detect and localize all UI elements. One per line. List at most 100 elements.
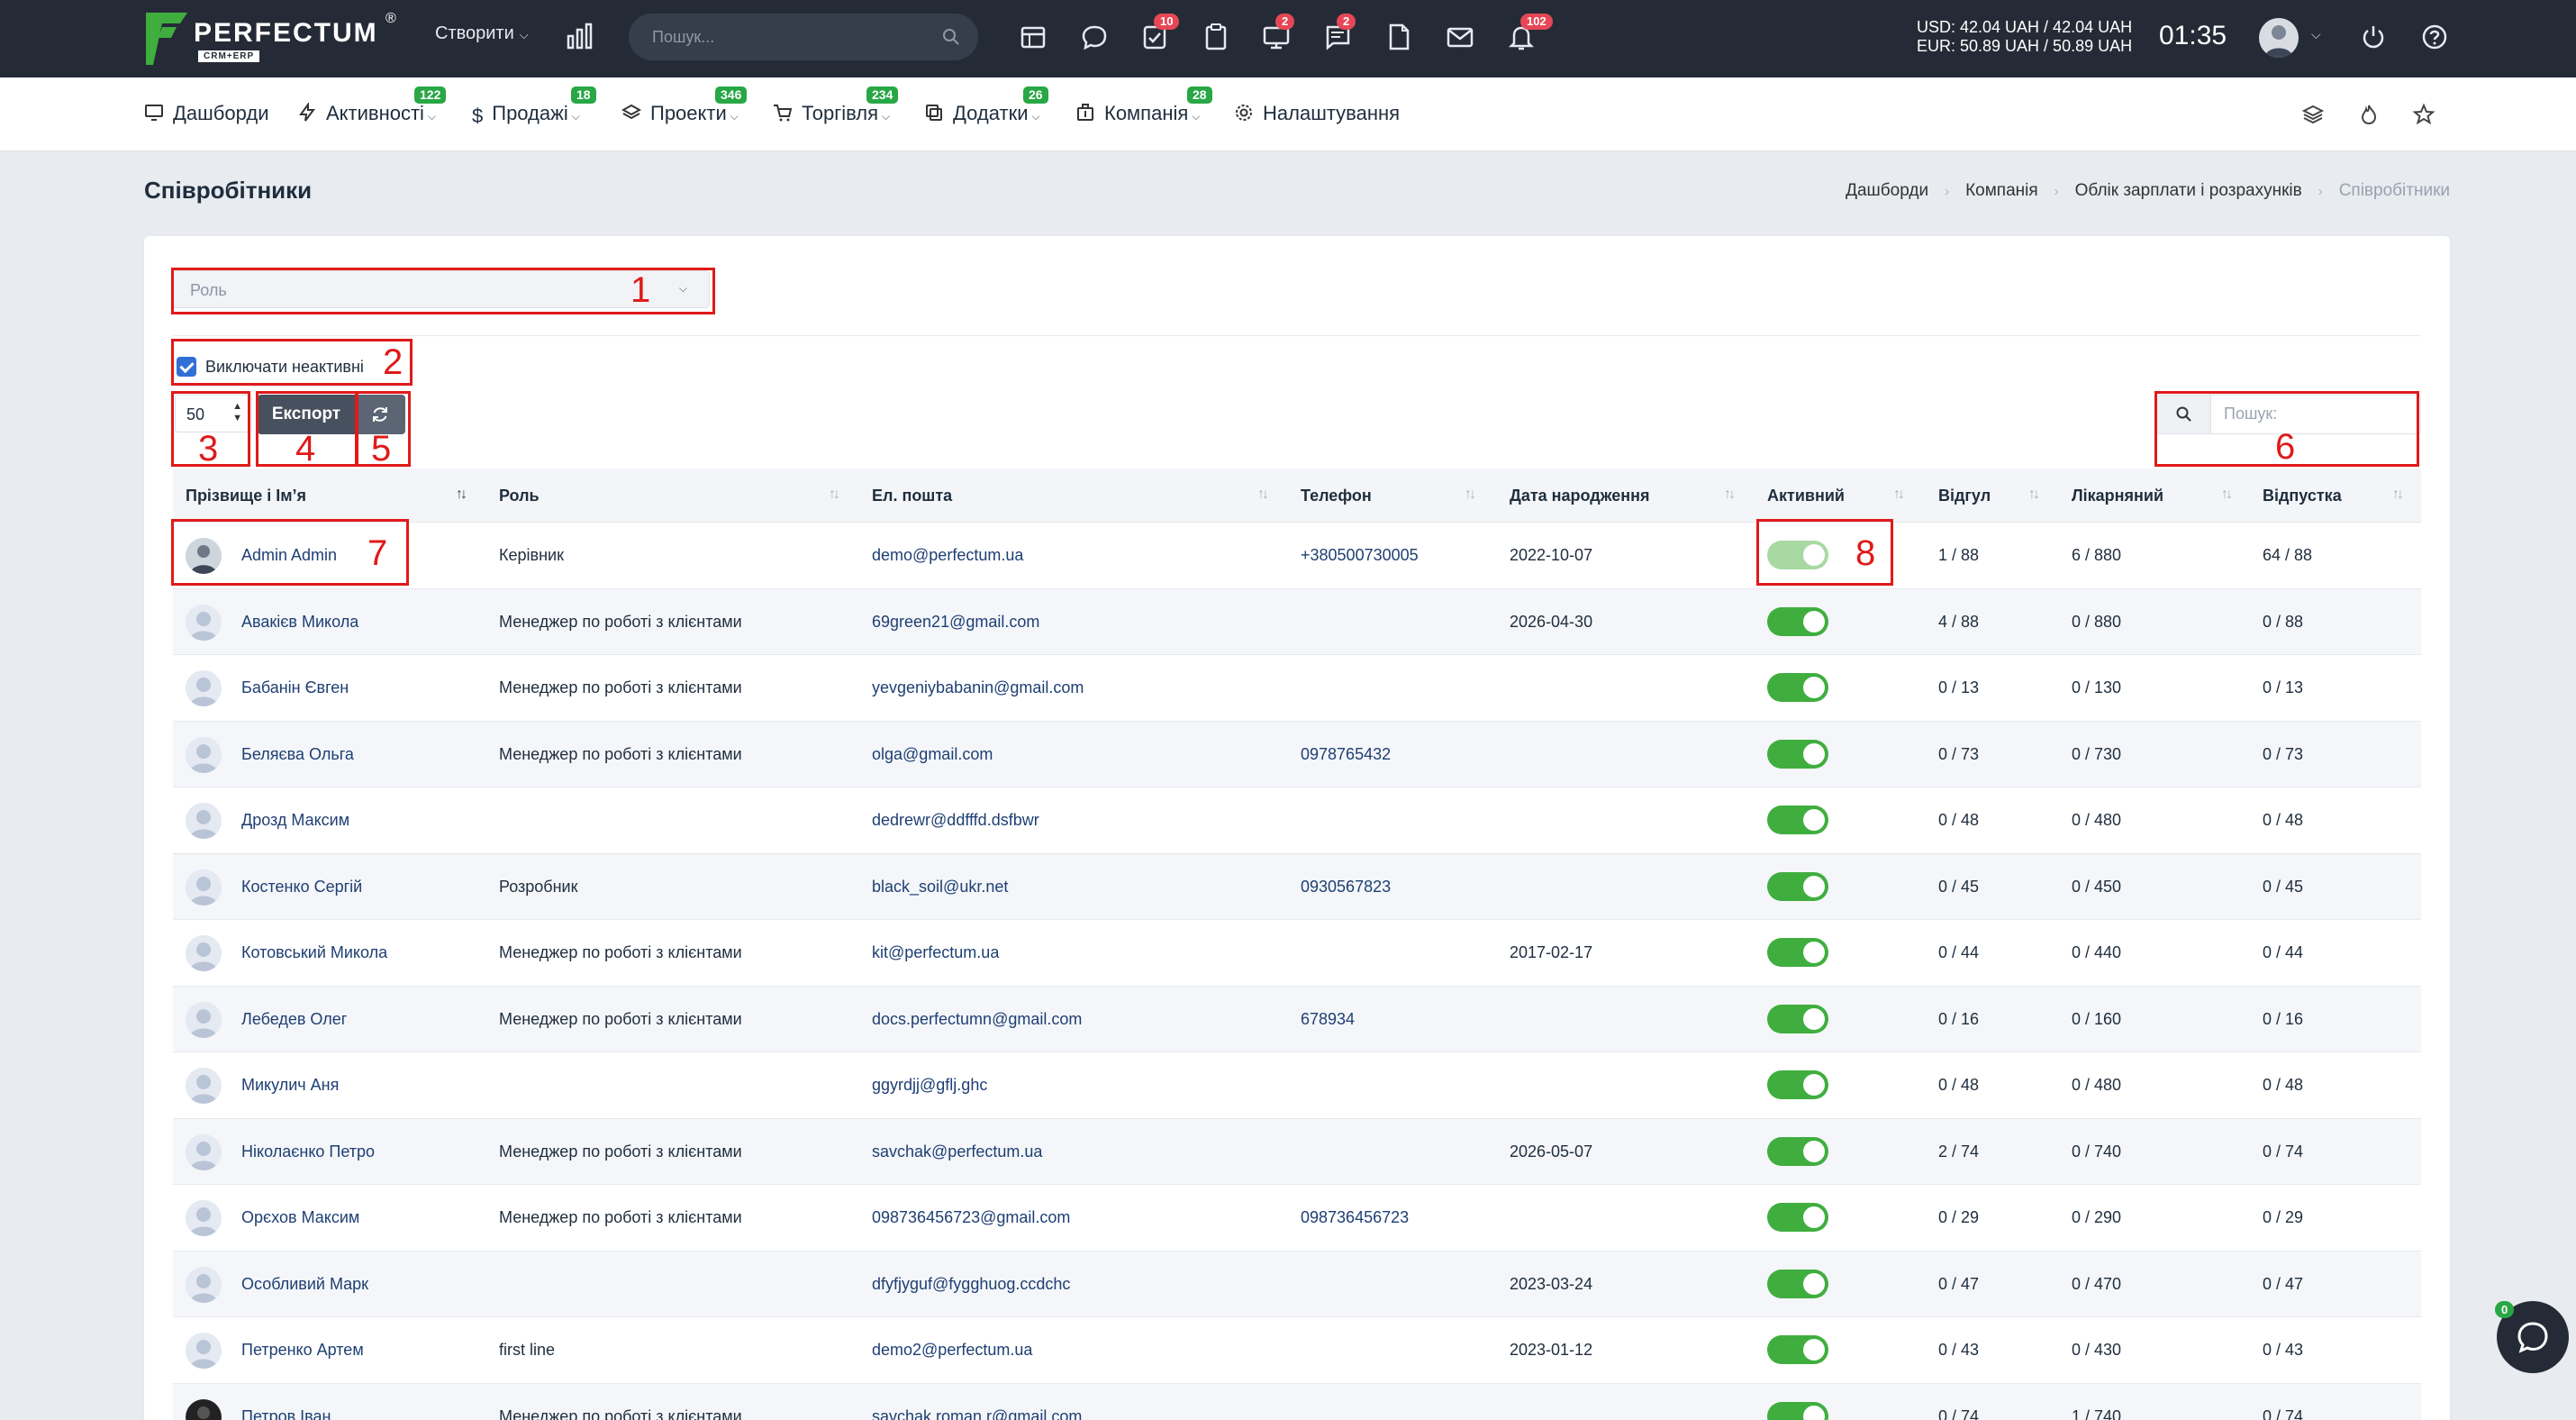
employee-name-link[interactable]: Котовський Микола [241,943,387,962]
brand-logo[interactable]: PERFECTUM CRM+ERP ® [144,11,405,67]
cell-phone[interactable]: 678934 [1301,1010,1355,1029]
refresh-button[interactable] [355,395,405,434]
sort-icon[interactable]: ↑↓ [2028,487,2040,503]
tasks-icon[interactable]: 10 [1139,14,1180,52]
active-toggle[interactable] [1767,1335,1828,1364]
active-toggle[interactable] [1767,1136,1828,1166]
breadcrumb-payroll[interactable]: Облік зарплати і розрахунків [2075,181,2302,200]
col-phone[interactable]: Телефон [1301,487,1372,505]
user-avatar[interactable] [2259,18,2299,58]
employee-avatar[interactable] [186,604,222,641]
table-search-input[interactable] [2224,405,2404,423]
cell-email[interactable]: black_soil@ukr.net [872,878,1008,897]
employee-avatar[interactable] [186,538,222,574]
employee-avatar[interactable] [186,935,222,971]
employee-name-link[interactable]: Admin Admin [241,546,337,565]
active-toggle[interactable] [1767,1203,1828,1232]
cell-phone[interactable]: 0978765432 [1301,745,1391,764]
document-icon[interactable] [1383,22,1414,52]
cell-email[interactable]: docs.perfectumn@gmail.com [872,1010,1082,1029]
active-toggle[interactable] [1767,541,1828,569]
messages-icon[interactable]: 2 [1322,14,1356,52]
employee-avatar[interactable] [186,1133,222,1170]
sort-icon[interactable]: ↑↓ [1724,487,1736,503]
search-icon[interactable] [942,28,960,46]
nav-projects[interactable]: Проекти ⌵ 346 [621,86,748,125]
col-dayoff[interactable]: Відгул [1938,487,1991,505]
col-sick[interactable]: Лікарняний [2072,487,2163,505]
employee-avatar[interactable] [186,736,222,773]
nav-sales[interactable]: $ Продажі ⌵ 18 [472,86,596,127]
active-toggle[interactable] [1767,1401,1828,1420]
employee-avatar[interactable] [186,1266,222,1303]
export-button[interactable]: Експорт [258,395,355,434]
cell-email[interactable]: yevgeniybabanin@gmail.com [872,678,1084,697]
active-toggle[interactable] [1767,739,1828,769]
breadcrumb-company[interactable]: Компанія [1965,181,2038,200]
employee-avatar[interactable] [186,1200,222,1236]
active-toggle[interactable] [1767,606,1828,636]
sort-icon[interactable]: ↑↓ [2221,487,2233,503]
star-icon[interactable] [2412,103,2435,126]
active-toggle[interactable] [1767,806,1828,834]
sort-icon[interactable]: ↑↓ [1893,487,1905,503]
sort-icon[interactable]: ↑↓ [2392,487,2404,503]
cell-email[interactable]: dedrewr@ddfffd.dsfbwr [872,811,1039,830]
nav-addons[interactable]: Додатки ⌵ 26 [924,86,1048,125]
employee-avatar[interactable] [186,1398,222,1420]
table-search[interactable] [2156,395,2421,434]
employee-name-link[interactable]: Петров Іван [241,1407,331,1420]
clipboard-icon[interactable] [1201,22,1231,52]
employee-avatar[interactable] [186,670,222,706]
active-toggle[interactable] [1767,871,1828,901]
employee-avatar[interactable] [186,869,222,906]
global-search-input[interactable] [652,24,922,50]
cell-email[interactable]: demo@perfectum.ua [872,546,1023,565]
active-toggle[interactable] [1767,1269,1828,1298]
active-toggle[interactable] [1767,938,1828,967]
cell-phone[interactable]: +380500730005 [1301,546,1419,565]
employee-avatar[interactable] [186,1068,222,1104]
calendar-icon[interactable] [1018,22,1048,52]
col-role[interactable]: Роль [499,487,540,505]
bell-icon[interactable]: 102 [1506,14,1553,52]
breadcrumb-dashboards[interactable]: Дашборди [1846,181,1928,200]
exclude-inactive-checkbox[interactable] [177,357,196,377]
col-name[interactable]: Прізвище і Ім’я [186,487,306,505]
sort-icon[interactable]: ↑↓ [456,487,467,503]
nav-company[interactable]: Компанія ⌵ 28 [1075,86,1212,125]
page-length-select[interactable]: 50 ▲ ▼ [175,395,252,432]
employee-avatar[interactable] [186,1333,222,1369]
cell-email[interactable]: savchak.roman.r@gmail.com [872,1407,1082,1420]
employee-avatar[interactable] [186,803,222,839]
employee-name-link[interactable]: Бабанін Євген [241,678,349,697]
tickets-icon[interactable]: 2 [1261,14,1295,52]
fire-icon[interactable] [2357,103,2381,126]
nav-trade[interactable]: Торгівля ⌵ 234 [773,86,899,125]
employee-name-link[interactable]: Микулич Аня [241,1076,339,1095]
sort-icon[interactable]: ↑↓ [829,487,840,503]
employee-name-link[interactable]: Орєхов Максим [241,1208,359,1227]
help-icon[interactable] [2419,22,2450,52]
layers-icon[interactable] [2301,103,2325,126]
employee-avatar[interactable] [186,1001,222,1038]
role-filter-select[interactable]: Роль ⌵ [173,270,710,308]
cell-email[interactable]: 69green21@gmail.com [872,613,1039,632]
power-icon[interactable] [2358,22,2389,52]
employee-name-link[interactable]: Костенко Сергій [241,878,362,897]
active-toggle[interactable] [1767,1004,1828,1033]
nav-settings[interactable]: Налаштування [1234,102,1400,125]
employee-name-link[interactable]: Лебедев Олег [241,1010,347,1029]
cell-email[interactable]: kit@perfectum.ua [872,943,999,962]
employee-name-link[interactable]: Авакієв Микола [241,613,358,632]
active-toggle[interactable] [1767,673,1828,702]
cell-email[interactable]: ggyrdjj@gflj.ghc [872,1076,987,1095]
employee-name-link[interactable]: Ніколаєнко Петро [241,1142,375,1161]
cell-phone[interactable]: 098736456723 [1301,1208,1409,1227]
cell-email[interactable]: savchak@perfectum.ua [872,1142,1042,1161]
col-vacation[interactable]: Відпустка [2263,487,2342,505]
sort-icon[interactable]: ↑↓ [1257,487,1269,503]
employee-name-link[interactable]: Дрозд Максим [241,811,349,830]
chat-icon[interactable] [1079,22,1110,52]
exclude-inactive-toggle[interactable]: Виключати неактивні [177,357,364,377]
